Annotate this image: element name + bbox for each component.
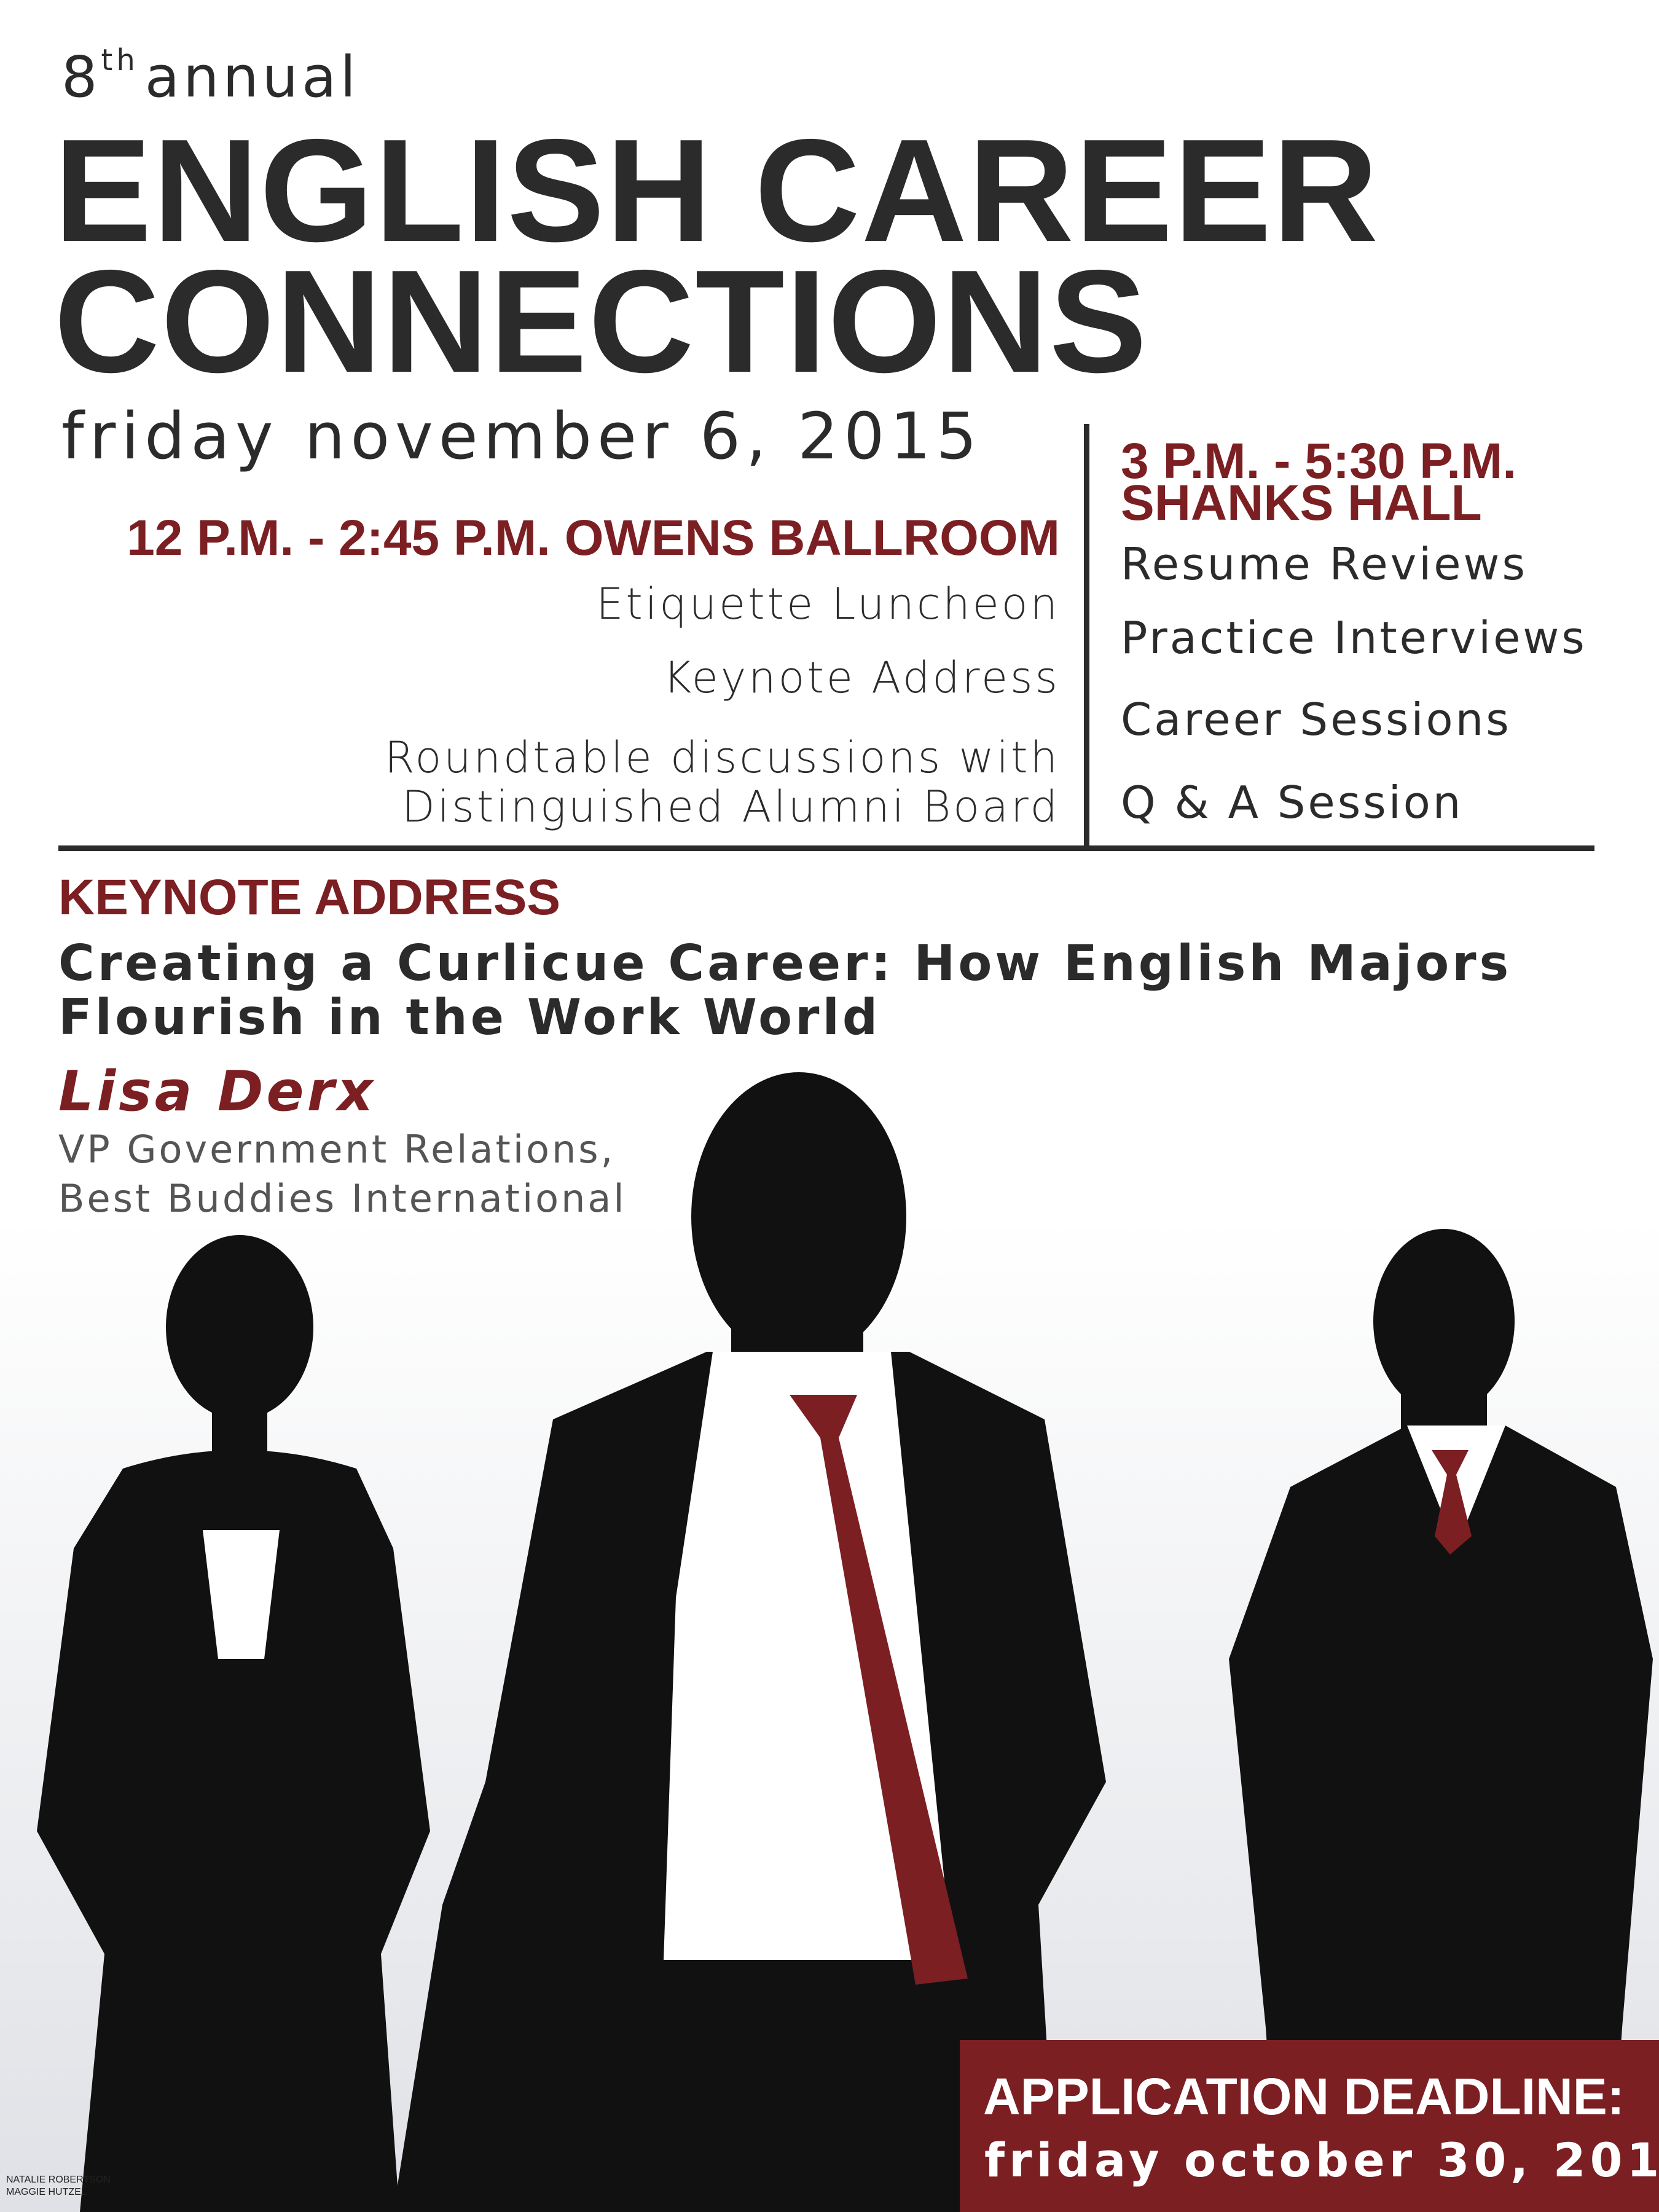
title-line-2: CONNECTIONS	[54, 240, 1148, 403]
keynote-title-line-1: Creating a Curlicue Career: How English …	[58, 935, 1512, 992]
business-people-silhouettes	[37, 1072, 1653, 2212]
left-session-item: Keynote Address	[663, 653, 1060, 703]
keynote-title-line-2: Flourish in the Work World	[58, 989, 881, 1046]
keynote-heading: KEYNOTE ADDRESS	[58, 869, 561, 925]
woman-silhouette	[37, 1235, 430, 2212]
left-session-item: Distinguished Alumni Board	[402, 782, 1060, 832]
deadline-date: friday october 30, 2015	[984, 2133, 1659, 2187]
edition-suffix: th	[101, 43, 139, 77]
credit-line: NATALIE ROBERTSON	[6, 2175, 111, 2185]
right-session-item: Career Sessions	[1121, 694, 1512, 745]
event-date: friday november 6, 2015	[61, 399, 982, 474]
credit-line: MAGGIE HUTZEL	[6, 2187, 87, 2197]
left-session-heading: 12 P.M. - 2:45 P.M. OWENS BALLROOM	[127, 510, 1060, 566]
right-session-item: Practice Interviews	[1121, 612, 1587, 664]
poster: 8th annual ENGLISH CAREER CONNECTIONS fri…	[0, 0, 1659, 2212]
edition-number: 8	[61, 44, 101, 110]
left-session-item: Etiquette Luncheon	[596, 579, 1060, 629]
left-session-item: Roundtable discussions with	[384, 732, 1060, 783]
right-session-item: Q & A Session	[1121, 777, 1464, 828]
section-divider	[58, 845, 1594, 851]
right-session-item: Resume Reviews	[1121, 538, 1528, 590]
deadline-label: APPLICATION DEADLINE:	[983, 2068, 1625, 2125]
right-session-location: SHANKS HALL	[1121, 475, 1482, 531]
edition-word: annual	[144, 44, 360, 110]
column-divider	[1084, 424, 1089, 848]
edition-label: 8th annual	[61, 45, 359, 106]
